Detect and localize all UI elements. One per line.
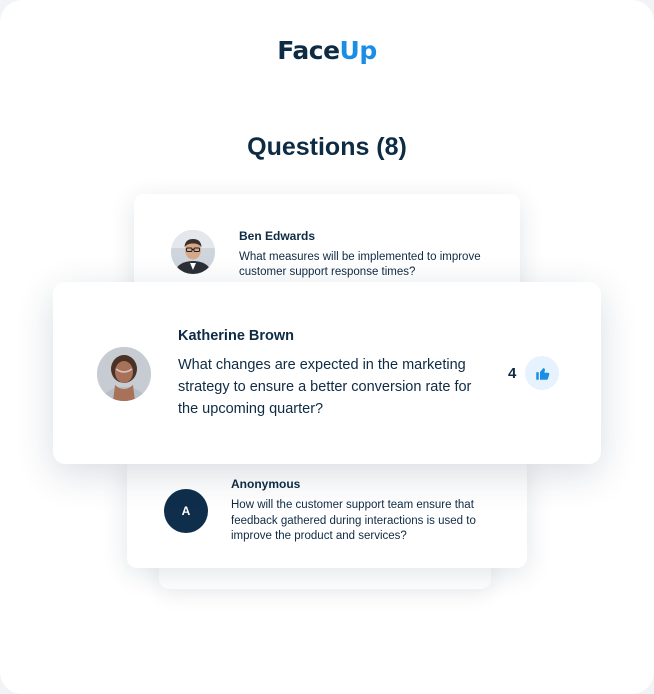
question-author: Katherine Brown xyxy=(178,328,295,344)
like-button[interactable] xyxy=(525,356,559,390)
faceup-logo: FaceUp xyxy=(0,36,654,65)
question-author: Ben Edwards xyxy=(239,229,316,243)
question-card[interactable]: A Anonymous How will the customer suppor… xyxy=(127,458,527,568)
person-photo-icon xyxy=(97,347,151,401)
page: FaceUp Questions (8) Ben Edwards What me… xyxy=(0,0,654,694)
thumbs-up-icon xyxy=(535,367,549,380)
question-text: What measures will be implemented to imp… xyxy=(239,251,481,278)
avatar-initial: A xyxy=(164,489,208,533)
logo-text-prefix: Face xyxy=(277,36,340,65)
question-text: How will the customer support team ensur… xyxy=(231,499,476,542)
avatar xyxy=(171,230,215,274)
question-author: Anonymous xyxy=(231,477,301,491)
page-title: Questions (8) xyxy=(247,133,407,161)
question-card-highlighted[interactable]: Katherine Brown What changes are expecte… xyxy=(53,282,601,464)
logo-text-accent: Up xyxy=(339,36,378,65)
person-photo-icon xyxy=(171,230,215,274)
like-count: 4 xyxy=(508,365,517,382)
avatar xyxy=(97,347,151,401)
question-text: What changes are expected in the marketi… xyxy=(178,357,472,417)
